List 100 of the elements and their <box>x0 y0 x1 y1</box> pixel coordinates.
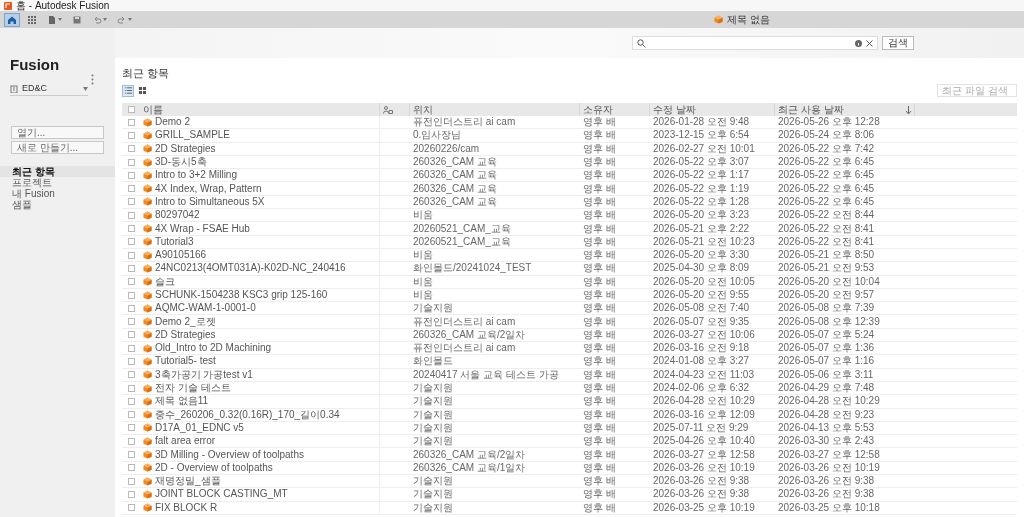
file-name-link[interactable]: Intro to 3+2 Milling <box>155 169 237 182</box>
checkbox[interactable] <box>127 291 135 299</box>
file-name-link[interactable]: 2D Strategies <box>155 142 216 155</box>
checkbox[interactable] <box>127 106 135 113</box>
file-name-link[interactable]: 4X Wrap - FSAE Hub <box>155 222 250 235</box>
more-icon[interactable] <box>91 74 94 85</box>
checkbox[interactable] <box>127 131 135 139</box>
table-cell: 비움 <box>413 289 433 301</box>
file-name-link[interactable]: 2D Strategies <box>155 328 216 341</box>
caret-icon <box>128 18 132 21</box>
checkbox[interactable] <box>127 490 135 498</box>
checkbox[interactable] <box>127 171 135 179</box>
sidebar-button[interactable]: 열기... <box>11 126 104 139</box>
checkbox[interactable] <box>127 451 135 459</box>
checkbox[interactable] <box>127 185 135 193</box>
list-view-button[interactable] <box>122 84 134 97</box>
file-name-link[interactable]: AQMC-WAM-1-0001-0 <box>155 302 256 315</box>
document-tab[interactable]: 제목 없음 <box>710 12 774 27</box>
checkbox[interactable] <box>127 145 135 153</box>
file-name-link[interactable]: Tutorial3 <box>155 235 194 248</box>
file-name-link[interactable]: 중수_260206_0.32(0.16R)_170_길이0.34 <box>155 408 340 421</box>
checkbox[interactable] <box>127 384 135 392</box>
checkbox[interactable] <box>127 411 135 419</box>
file-name-link[interactable]: 3D-동시5축 <box>155 156 207 169</box>
cube-icon <box>143 117 152 127</box>
checkbox[interactable] <box>127 251 135 259</box>
file-name-link[interactable]: 24NC0213(4OMT031A)-K02D-NC_240416 <box>155 262 346 275</box>
home-button[interactable] <box>4 12 20 27</box>
column-header[interactable]: 이름 <box>143 102 163 117</box>
checkbox[interactable] <box>127 344 135 352</box>
file-name-link[interactable]: Tutorial5- test <box>155 355 216 368</box>
checkbox[interactable] <box>127 437 135 445</box>
checkbox[interactable] <box>127 318 135 326</box>
checkbox[interactable] <box>127 264 135 272</box>
table-cell: 2026-05-22 오후 1:19 <box>653 182 750 195</box>
sidebar-item[interactable]: 프로젝트 <box>0 177 115 188</box>
table-cell: 2026-03-26 오전 9:38 <box>653 488 750 501</box>
file-name-link[interactable]: 3축가공기 가공test v1 <box>155 368 253 381</box>
checkbox[interactable] <box>127 211 135 219</box>
search-button[interactable]: 검색 <box>882 36 914 50</box>
table-cell: 기술지원 <box>413 302 453 315</box>
file-name-link[interactable]: falt area error <box>155 435 216 448</box>
table-cell: 영후 배 <box>583 195 616 208</box>
checkbox[interactable] <box>127 358 135 365</box>
sort-descending-icon[interactable] <box>906 105 911 114</box>
sidebar-item[interactable]: 내 Fusion <box>0 188 115 199</box>
file-name-link[interactable]: 3D Milling - Overview of toolpaths <box>155 448 304 461</box>
close-icon[interactable] <box>866 39 873 47</box>
hub-selector[interactable]: ED&C <box>10 82 88 96</box>
file-name-link[interactable]: SCHUNK-1504238 KSC3 grip 125-160 <box>155 289 328 301</box>
info-icon[interactable] <box>855 39 862 47</box>
checkbox[interactable] <box>127 225 135 232</box>
grid-view-button[interactable] <box>136 84 148 97</box>
column-header[interactable]: 소유자 <box>583 102 613 117</box>
checkbox[interactable] <box>127 118 135 126</box>
table-cell: 2026-05-21 오전 10:23 <box>653 235 755 248</box>
cube-icon <box>143 383 152 393</box>
file-name-link[interactable]: Old_Intro to 2D Machining <box>155 342 272 355</box>
file-name-link[interactable]: FIX BLOCK R <box>155 501 218 514</box>
cube-icon <box>143 410 152 420</box>
cube-icon <box>143 330 152 340</box>
recent-files-search-field[interactable]: 최근 파일 검색 <box>937 84 1017 97</box>
checkbox[interactable] <box>127 424 135 432</box>
checkbox[interactable] <box>127 371 135 379</box>
column-header[interactable]: 위치 <box>413 102 433 117</box>
checkbox[interactable] <box>127 198 135 206</box>
checkbox[interactable] <box>127 238 135 246</box>
file-name-link[interactable]: 제목 없음11 <box>155 395 209 408</box>
checkbox[interactable] <box>127 158 135 166</box>
column-header[interactable]: 수정 날짜 <box>653 102 696 117</box>
file-name-link[interactable]: Demo 2 <box>155 116 190 129</box>
file-name-link[interactable]: 2D - Overview of toolpaths <box>155 461 273 474</box>
checkbox[interactable] <box>127 304 135 312</box>
table-cell: 2026-03-25 오후 10:19 <box>653 501 755 514</box>
checkbox[interactable] <box>127 477 135 485</box>
file-name-link[interactable]: JOINT BLOCK CASTING_MT <box>155 488 288 501</box>
sidebar-item[interactable]: 최근 항목 <box>0 166 115 177</box>
file-name-link[interactable]: 전자 기술 테스트 <box>155 382 231 395</box>
file-name-link[interactable]: 슬크 <box>155 275 175 288</box>
file-name-link[interactable]: Intro to Simultaneous 5X <box>155 195 265 208</box>
file-name-link[interactable]: 재명정밀_샘플 <box>155 475 221 488</box>
file-name-link[interactable]: 80297042 <box>155 209 200 222</box>
redo-icon <box>117 14 127 25</box>
file-name-link[interactable]: GRILL_SAMPLE <box>155 129 231 142</box>
column-header[interactable]: 최근 사용 날짜 <box>778 102 844 117</box>
file-name-link[interactable]: Demo 2_로젯 <box>155 315 216 328</box>
file-name-link[interactable]: 4X Index, Wrap, Pattern <box>155 182 262 195</box>
search-field[interactable] <box>632 36 878 50</box>
sidebar-button[interactable]: 새로 만들기... <box>11 141 104 154</box>
checkbox[interactable] <box>127 504 135 512</box>
cube-icon <box>143 489 152 499</box>
checkbox[interactable] <box>127 331 135 339</box>
checkbox[interactable] <box>127 464 135 472</box>
file-name-link[interactable]: D17A_01_EDNC v5 <box>155 421 244 434</box>
sidebar-item[interactable]: 샘플 <box>0 199 115 210</box>
checkbox[interactable] <box>127 397 135 405</box>
file-name-link[interactable]: A90105166 <box>155 249 207 262</box>
checkbox[interactable] <box>127 278 135 286</box>
shared-icon[interactable] <box>383 105 393 114</box>
table-cell: 2026-05-08 오전 7:40 <box>653 302 750 315</box>
